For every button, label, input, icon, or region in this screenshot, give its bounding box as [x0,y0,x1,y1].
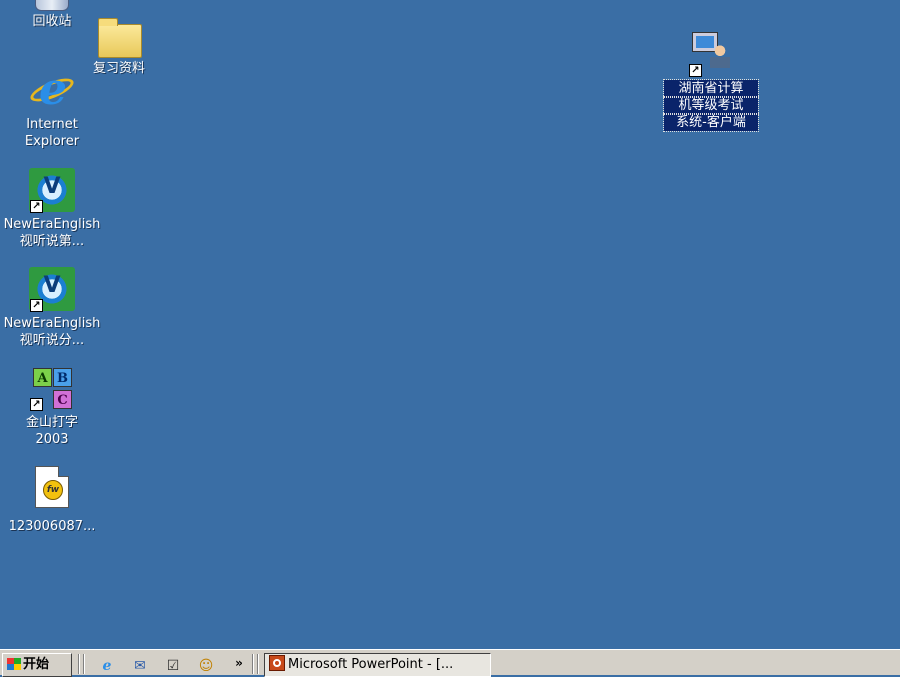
quicklaunch-chevron-icon[interactable]: » [230,654,248,672]
taskbar-separator [252,654,254,674]
desktop-icon-document[interactable]: fw 123006087... [0,466,104,535]
internet-explorer-icon: e [27,68,77,114]
task-label: Microsoft PowerPoint - [... [288,657,454,672]
desktop-icon-jinshan-typing[interactable]: A B C ↗ 金山打字 2003 [0,366,104,448]
shortcut-arrow-icon: ↗ [30,398,43,411]
icon-label: Internet Explorer [24,117,80,149]
icon-label: NewEraEnglish 视听说第... [3,217,101,249]
taskbar-separator [78,654,80,674]
taskbar-separator [257,654,259,674]
shortcut-arrow-icon: ↗ [30,200,43,213]
shortcut-arrow-icon: ↗ [689,64,702,77]
taskbar-separator [83,654,85,674]
icon-label-selected: 湖南省计算 机等级考试 系统-客户端 [659,79,763,132]
newera-english-icon: ↗ [29,168,75,214]
desktop-icon-newera-english-1[interactable]: ↗ NewEraEnglish 视听说第... [0,168,104,250]
taskbar-button-powerpoint[interactable]: Microsoft PowerPoint - [... [264,653,491,677]
recycle-bin-icon [35,0,69,11]
quicklaunch-show-desktop-icon[interactable]: ☑ [164,657,182,675]
icon-label: NewEraEnglish 视听说分... [3,316,101,348]
icon-label: 金山打字 2003 [25,415,78,447]
desktop-icon-internet-explorer[interactable]: e Internet Explorer [0,68,104,150]
icon-label: 123006087... [8,519,96,534]
taskbar: 开始 e ✉ ☑ ☺ » Microsoft PowerPoint - [... [0,649,900,677]
start-button[interactable]: 开始 [2,653,72,677]
exam-client-icon: ↗ [688,32,734,78]
document-icon: fw [29,466,75,512]
folder-icon [96,12,142,58]
quicklaunch-lion-icon[interactable]: ☺ [197,657,215,675]
shortcut-arrow-icon: ↗ [30,299,43,312]
typing-abc-icon: A B C ↗ [29,366,75,412]
windows-logo-icon [7,658,21,670]
powerpoint-icon [269,655,285,671]
desktop-icon-exam-client[interactable]: ↗ 湖南省计算 机等级考试 系统-客户端 [659,32,763,132]
quicklaunch-ie-icon[interactable]: e [98,657,116,675]
start-label: 开始 [23,657,50,672]
desktop-icon-newera-english-2[interactable]: ↗ NewEraEnglish 视听说分... [0,267,104,349]
quicklaunch-outlook-icon[interactable]: ✉ [131,657,149,675]
newera-english-icon: ↗ [29,267,75,313]
